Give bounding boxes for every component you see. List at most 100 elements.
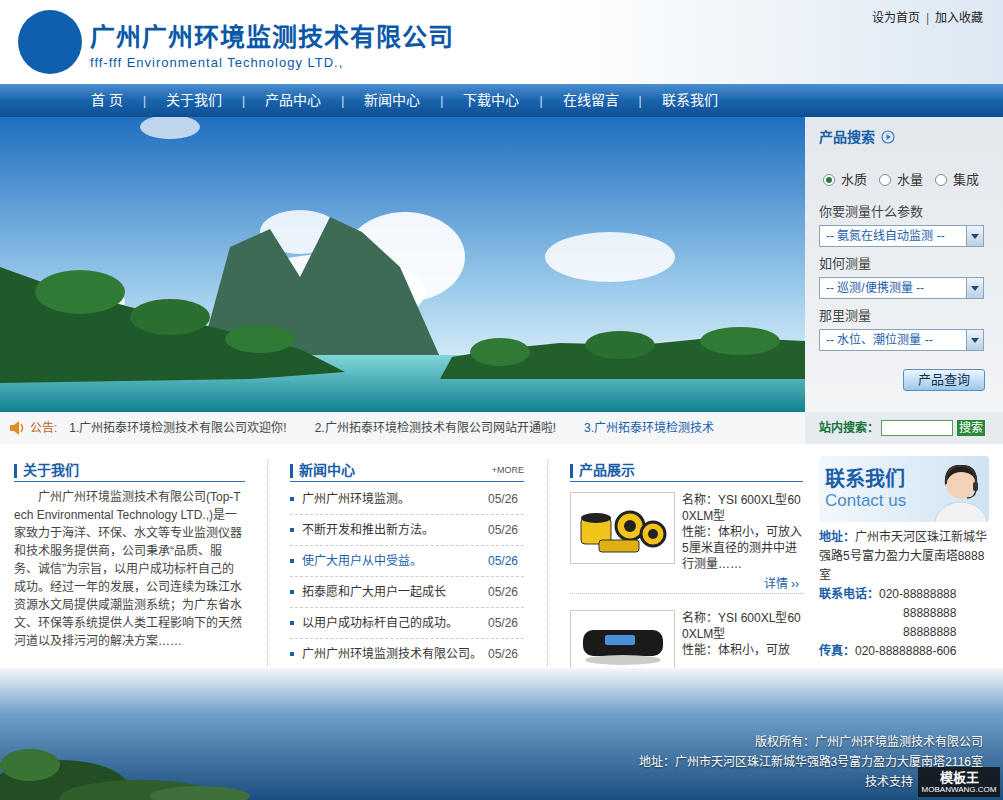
contact-banner-title: 联系我们	[825, 467, 906, 491]
field-select[interactable]: -- 氨氮在线自动监测 --	[819, 225, 984, 247]
heading-bar	[14, 464, 17, 478]
news-date: 05/26	[488, 490, 518, 508]
news-date: 05/26	[488, 583, 518, 601]
news-row[interactable]: 以用户成功标杆自己的成功。05/26	[290, 608, 524, 639]
site-search-button[interactable]: 搜索	[957, 420, 985, 436]
bullet-icon	[290, 590, 294, 594]
about-title: 关于我们	[23, 460, 79, 481]
radio-circle[interactable]	[879, 174, 891, 186]
news-list: 广州广州环境监测。05/26不断开发和推出新方法。05/26使广大用户从中受益。…	[290, 484, 524, 668]
nav-item[interactable]: 新闻中心	[364, 90, 420, 111]
products-title: 产品展示	[579, 460, 635, 481]
category-radios: 水质 水量 集成	[819, 171, 985, 189]
bullet-icon	[290, 528, 294, 532]
product-search-title: 产品搜索	[819, 127, 875, 147]
nav-separator: |	[143, 92, 146, 110]
phone-number: 88888888	[903, 623, 956, 642]
radio-circle[interactable]	[935, 174, 947, 186]
news-title: 使广大用户从中受益。	[302, 552, 488, 570]
news-row[interactable]: 使广大用户从中受益。05/26	[290, 546, 524, 577]
notice-label: 公告:	[30, 419, 57, 437]
nav-item[interactable]: 下载中心	[463, 90, 519, 111]
search-field: 那里测量-- 水位、潮位测量 --	[819, 307, 985, 351]
site-search-input[interactable]	[881, 420, 953, 436]
radio-label: 水量	[897, 170, 923, 190]
notice-item[interactable]: 3.广州拓泰环境检测技术	[584, 419, 714, 437]
brand: 广州广州环境监测技术有限公司 fff-fff Environmental Tec…	[90, 22, 454, 71]
nav-item[interactable]: 在线留言	[563, 90, 619, 111]
about-section: 关于我们 广州广州环境监测技术有限公司(Top-Tech Environment…	[14, 460, 245, 668]
field-select[interactable]: -- 巡测/便携测量 --	[819, 277, 984, 299]
logo-icon	[18, 10, 82, 74]
more-link[interactable]: +MORE	[492, 464, 524, 478]
product-query-button[interactable]: 产品查询	[903, 369, 985, 391]
operator-icon	[929, 456, 989, 522]
product-desc: 性能：体积小，可放入5厘米直径的测井中进行测量……	[682, 524, 803, 572]
site-search-label: 站内搜索：	[819, 419, 879, 437]
product-image[interactable]	[570, 610, 675, 668]
select-value: -- 巡测/便携测量 --	[820, 278, 966, 298]
category-radio[interactable]: 水量	[879, 170, 923, 190]
field-label: 你要测量什么参数	[819, 203, 985, 221]
news-row[interactable]: 广州广州环境监测技术有限公司。05/26	[290, 639, 524, 668]
product-desc: 性能：体积小，可放	[682, 642, 803, 658]
detail-link[interactable]: 详情 ››	[764, 575, 799, 593]
product-card[interactable]: 名称：YSI 600XL型600XLM型性能：体积小，可放	[570, 610, 803, 668]
nav-separator: |	[242, 92, 245, 110]
news-section: 新闻中心 +MORE 广州广州环境监测。05/26不断开发和推出新方法。05/2…	[290, 460, 524, 668]
product-search-header: 产品搜索	[819, 127, 985, 147]
top-link[interactable]: 设为首页	[872, 9, 920, 27]
phone-label: 联系电话：	[819, 585, 879, 642]
radio-circle[interactable]	[823, 174, 835, 186]
site-title: 广州广州环境监测技术有限公司	[90, 22, 454, 52]
footer-line: 版权所有：广州广州环境监测技术有限公司	[755, 732, 983, 752]
nav-item[interactable]: 关于我们	[166, 90, 222, 111]
notice-item[interactable]: 1.广州拓泰环境检测技术有限公司欢迎你!	[69, 419, 286, 437]
category-radio[interactable]: 水质	[823, 170, 867, 190]
main-nav: 首 页|关于我们|产品中心|新闻中心|下载中心|在线留言|联系我们	[0, 84, 1003, 117]
radio-label: 水质	[841, 170, 867, 190]
product-name: 名称：YSI 600XL型600XLM型	[682, 610, 803, 642]
field-select[interactable]: -- 水位、潮位测量 --	[819, 329, 984, 351]
top-link[interactable]: 加入收藏	[935, 9, 983, 27]
contact-panel: 联系我们 Contact us 地址：广州市天河区珠江新城华强路5号富力盈力大厦…	[805, 444, 1003, 668]
news-date: 05/26	[488, 614, 518, 632]
nav-item[interactable]: 联系我们	[662, 90, 718, 111]
column-divider	[245, 460, 290, 668]
contact-info: 地址：广州市天河区珠江新城华强路5号富力盈力大厦南塔8888室 联系电话： 02…	[819, 528, 991, 661]
top-links: 设为首页|加入收藏	[872, 9, 983, 27]
bullet-icon	[290, 497, 294, 501]
bullet-icon	[290, 652, 294, 656]
speaker-icon	[8, 420, 26, 436]
news-row[interactable]: 拓泰愿和广大用户一起成长05/26	[290, 577, 524, 608]
nav-separator: |	[440, 92, 443, 110]
banner-photo	[0, 117, 805, 412]
product-image[interactable]	[570, 492, 675, 564]
product-list: 名称：YSI 600XL型600XLM型 性能：体积小，可放入5厘米直径的测井中进…	[570, 482, 803, 668]
news-row[interactable]: 不断开发和推出新方法。05/26	[290, 515, 524, 546]
product-card[interactable]: 名称：YSI 600XL型600XLM型性能：体积小，可放入5厘米直径的测井中进…	[570, 492, 803, 594]
nav-item[interactable]: 首 页	[91, 90, 123, 111]
fax-value: 020-88888888-606	[855, 644, 956, 658]
notice-item[interactable]: 2.广州拓泰环境检测技术有限公司网站开通啦!	[315, 419, 556, 437]
search-field: 你要测量什么参数 -- 氨氮在线自动监测 --	[819, 203, 985, 247]
radio-label: 集成	[953, 170, 979, 190]
circle-arrow-icon	[881, 130, 895, 144]
news-date: 05/26	[488, 645, 518, 663]
footer-line: 技术支持	[865, 772, 913, 792]
site-footer: 版权所有：广州广州环境监测技术有限公司地址：广州市天河区珠江新城华强路3号富力盈…	[0, 668, 1003, 800]
notice-bar: 公告: 1.广州拓泰环境检测技术有限公司欢迎你! 2.广州拓泰环境检测技术有限公司…	[0, 412, 805, 444]
news-date: 05/26	[488, 521, 518, 539]
dropdown-arrow-icon[interactable]	[966, 330, 983, 350]
contact-banner: 联系我们 Contact us	[819, 456, 989, 522]
phone-number: 020-88888888	[879, 585, 956, 604]
category-radio[interactable]: 集成	[935, 170, 979, 190]
nav-item[interactable]: 产品中心	[265, 90, 321, 111]
news-title: 广州广州环境监测技术有限公司。	[302, 645, 488, 663]
site-header: 广州广州环境监测技术有限公司 fff-fff Environmental Tec…	[0, 0, 1003, 84]
news-row[interactable]: 广州广州环境监测。05/26	[290, 484, 524, 515]
dropdown-arrow-icon[interactable]	[966, 278, 983, 298]
dropdown-arrow-icon[interactable]	[966, 226, 983, 246]
search-field: 如何测量-- 巡测/便携测量 --	[819, 255, 985, 299]
site-search: 站内搜索： 搜索	[805, 412, 1003, 444]
